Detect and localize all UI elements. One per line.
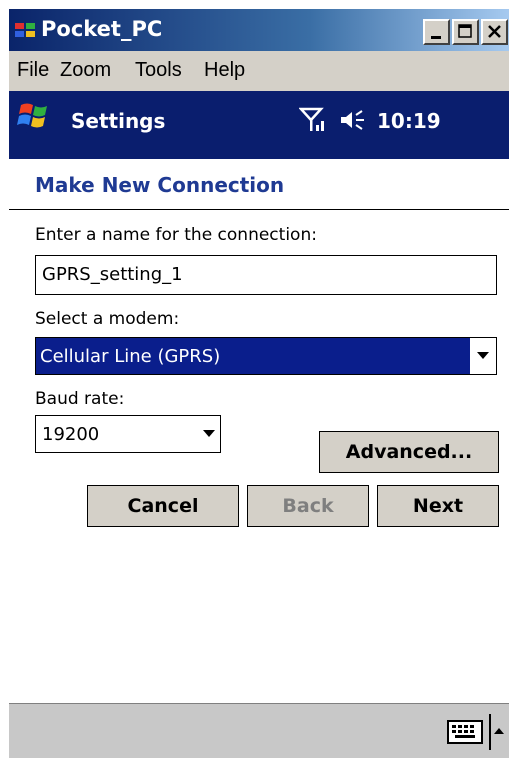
keyboard-icon[interactable] xyxy=(447,720,483,744)
maximize-button[interactable] xyxy=(452,19,479,45)
minimize-button[interactable] xyxy=(423,19,450,45)
chevron-down-icon xyxy=(477,352,489,359)
page-title: Make New Connection xyxy=(35,173,285,197)
modem-selected-value: Cellular Line (GPRS) xyxy=(40,346,221,367)
menu-file[interactable]: File xyxy=(17,59,49,82)
baud-rate-select[interactable]: 19200 xyxy=(35,415,221,453)
window-titlebar[interactable]: Pocket_PC xyxy=(9,9,509,51)
close-icon xyxy=(488,25,501,38)
advanced-button[interactable]: Advanced... xyxy=(319,431,499,473)
menu-tools[interactable]: Tools xyxy=(135,59,182,82)
close-button[interactable] xyxy=(481,19,508,45)
emulator-window: Pocket_PC File Zoom Tools Help Settings … xyxy=(8,8,509,758)
baud-rate-dropdown-button[interactable] xyxy=(196,416,220,452)
next-button[interactable]: Next xyxy=(377,485,499,527)
title-divider xyxy=(9,209,509,210)
input-menu-arrow-icon[interactable] xyxy=(489,714,507,750)
modem-label: Select a modem: xyxy=(35,309,180,329)
command-bar xyxy=(9,703,509,758)
navigation-bar: Settings 10:19 xyxy=(9,91,509,159)
minimize-icon xyxy=(431,36,441,39)
volume-icon[interactable] xyxy=(339,109,369,131)
modem-dropdown-button[interactable] xyxy=(470,338,496,374)
nav-title: Settings xyxy=(71,109,166,133)
modem-select[interactable]: Cellular Line (GPRS) xyxy=(35,337,497,375)
menu-zoom[interactable]: Zoom xyxy=(60,59,111,82)
menu-help[interactable]: Help xyxy=(204,59,245,82)
back-button: Back xyxy=(247,485,369,527)
baud-rate-selected-value: 19200 xyxy=(42,424,100,445)
clock-time[interactable]: 10:19 xyxy=(377,109,441,133)
cancel-button[interactable]: Cancel xyxy=(87,485,239,527)
settings-content: Make New Connection Enter a name for the… xyxy=(9,159,509,703)
chevron-down-icon xyxy=(203,430,215,437)
baud-rate-label: Baud rate: xyxy=(35,389,125,409)
maximize-icon xyxy=(458,24,472,38)
connection-name-input[interactable]: GPRS_setting_1 xyxy=(35,255,497,295)
window-title: Pocket_PC xyxy=(41,17,163,41)
signal-icon[interactable] xyxy=(299,107,327,133)
pocket-pc-app-icon xyxy=(15,23,35,37)
menu-bar: File Zoom Tools Help xyxy=(9,51,509,91)
connection-name-label: Enter a name for the connection: xyxy=(35,225,317,245)
windows-start-icon[interactable] xyxy=(13,95,55,135)
